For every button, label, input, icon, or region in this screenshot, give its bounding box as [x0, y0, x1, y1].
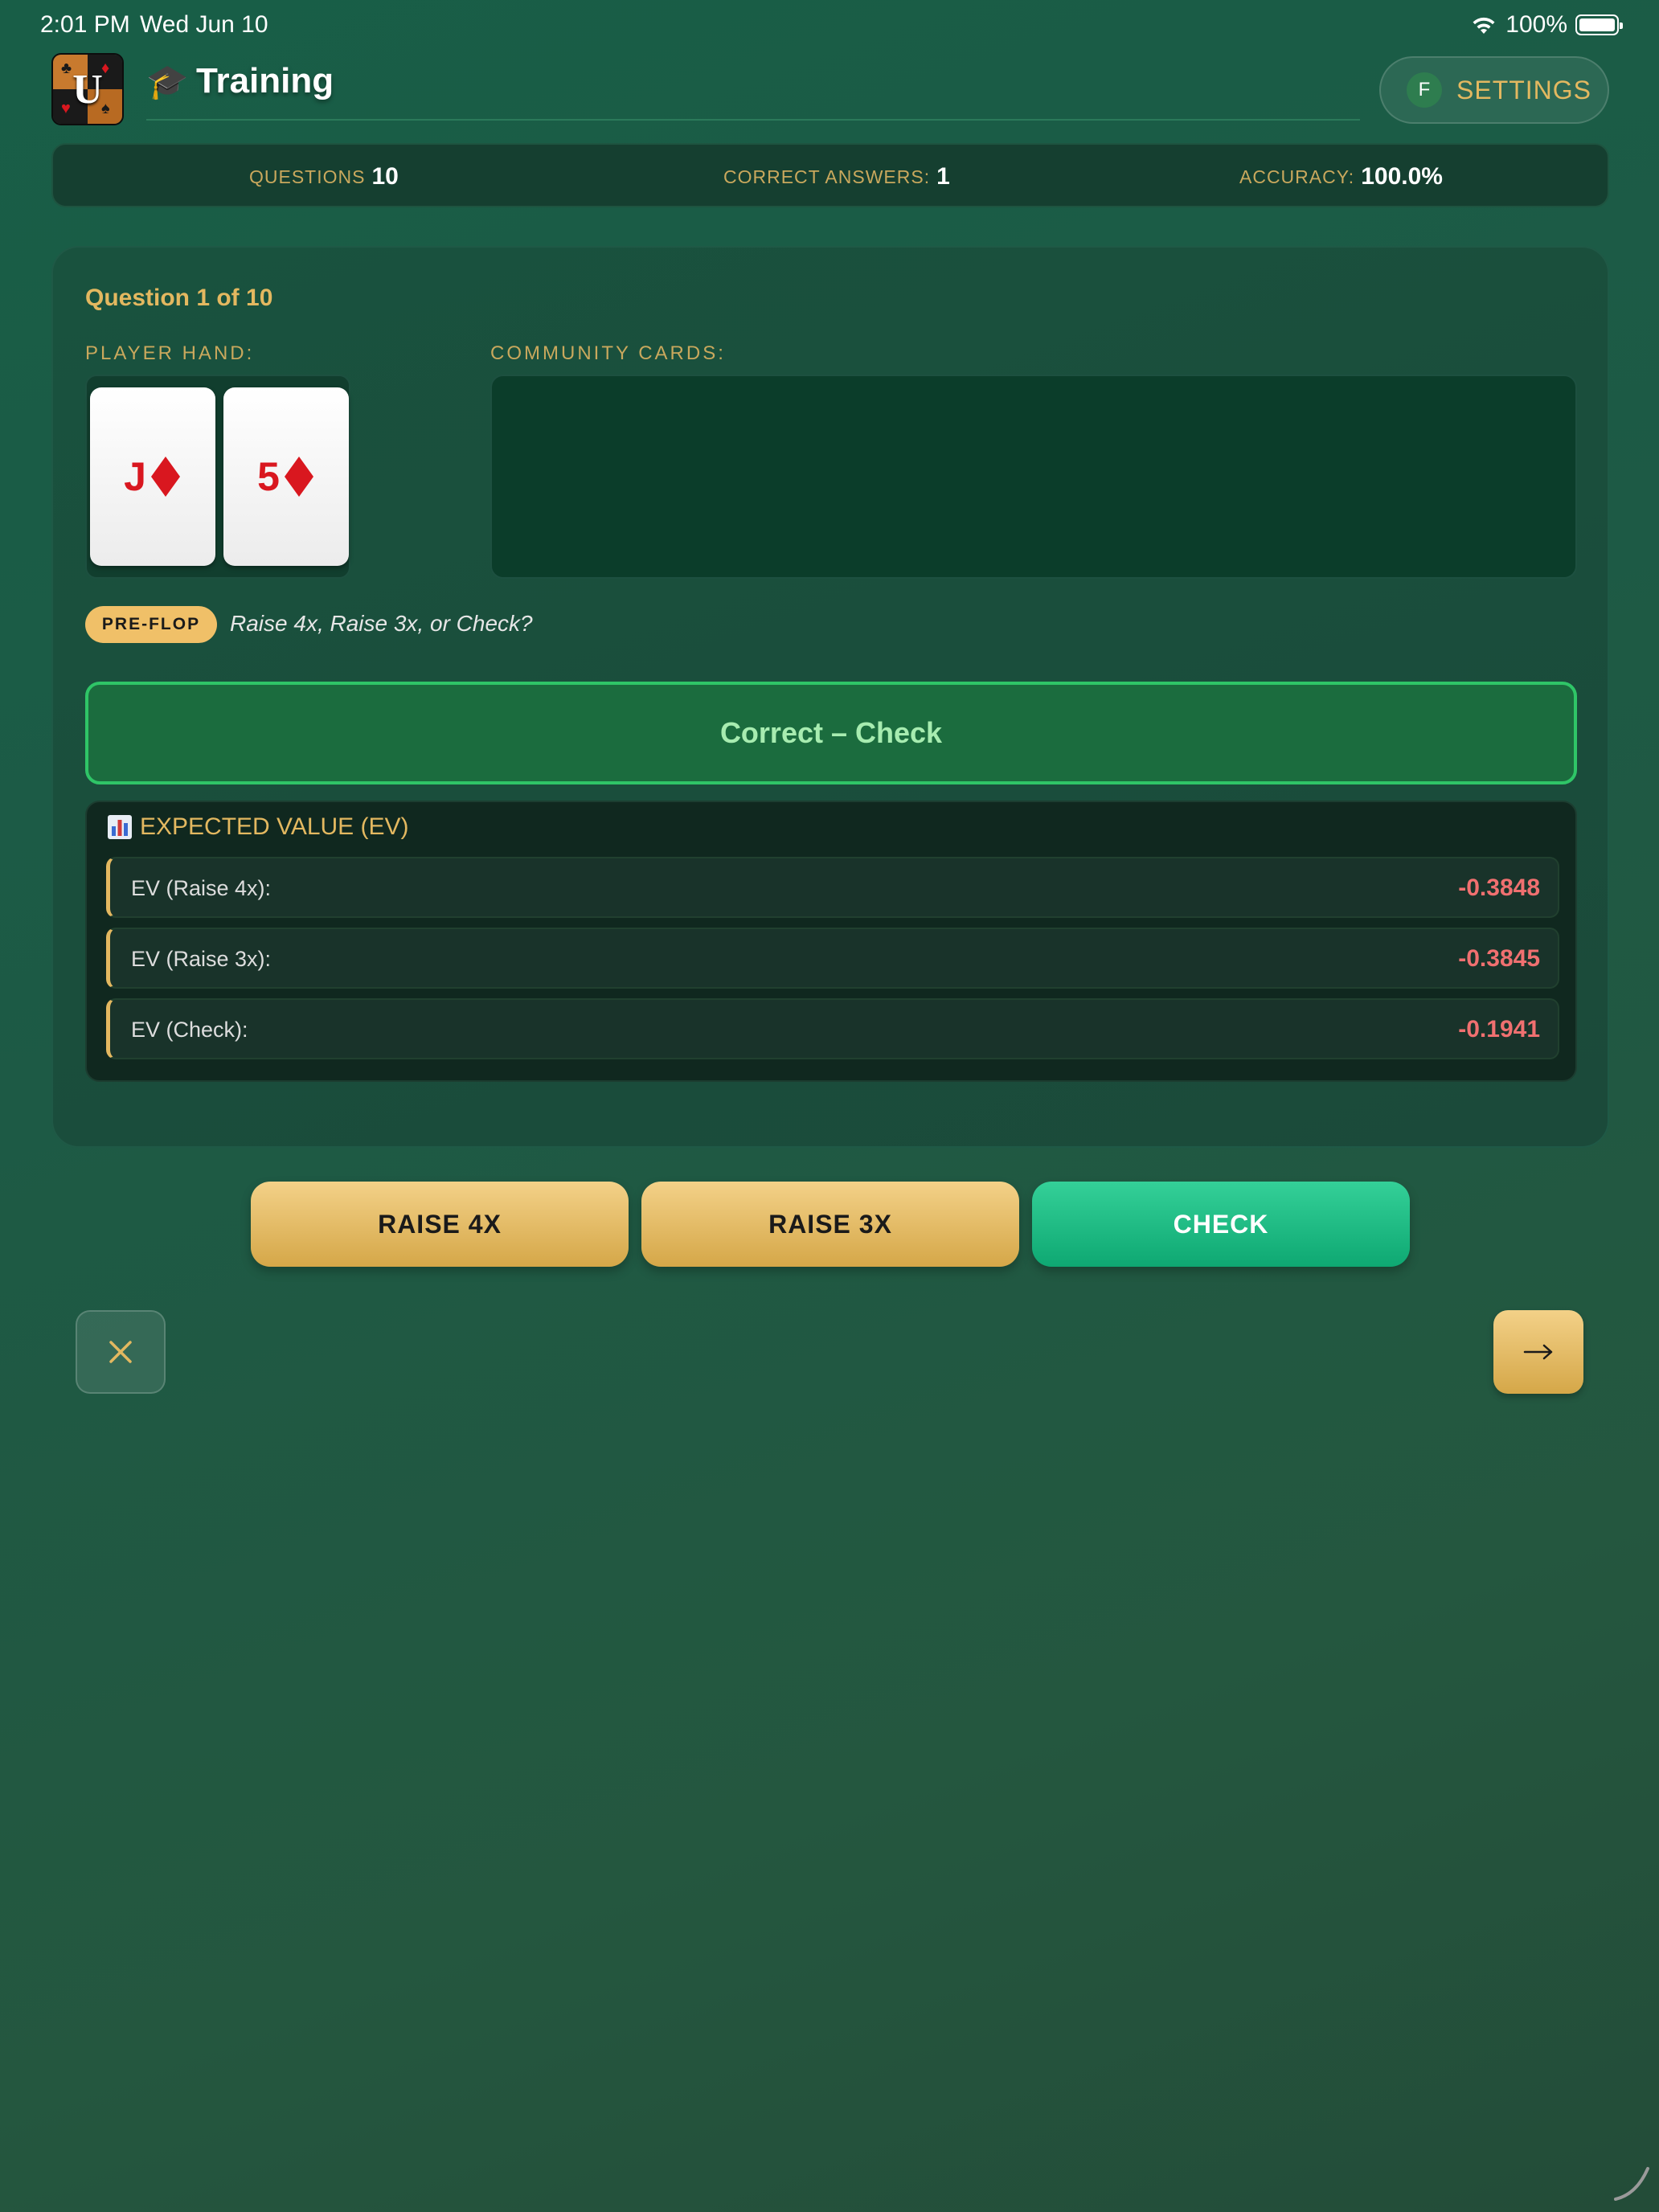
- stat-questions: QUESTIONS 10: [249, 145, 399, 209]
- question-card: Question 1 of 10 PLAYER HAND: COMMUNITY …: [51, 246, 1609, 1148]
- status-right: 100%: [1470, 11, 1623, 39]
- raise-4x-button[interactable]: RAISE 4X: [251, 1182, 629, 1267]
- ev-value: -0.3848: [1458, 875, 1540, 901]
- settings-label: SETTINGS: [1456, 75, 1592, 104]
- raise-3x-button[interactable]: RAISE 3X: [641, 1182, 1019, 1267]
- result-banner: Correct – Check: [85, 682, 1577, 784]
- phase-badge: PRE-FLOP: [85, 606, 217, 643]
- question-label: Question 1 of 10: [85, 285, 273, 311]
- header-title: 🎓 Training: [146, 56, 1360, 121]
- close-button[interactable]: [76, 1310, 166, 1394]
- check-button[interactable]: CHECK: [1032, 1182, 1410, 1267]
- stat-value: 100.0%: [1361, 163, 1443, 190]
- community-cards-area: [490, 375, 1577, 579]
- status-time: 2:01 PM: [40, 11, 130, 38]
- battery-icon: [1575, 14, 1623, 35]
- settings-button[interactable]: F SETTINGS: [1379, 56, 1609, 124]
- battery-percent: 100%: [1505, 11, 1567, 38]
- stat-correct-answers: CORRECT ANSWERS: 1: [723, 145, 950, 209]
- stat-label: CORRECT ANSWERS:: [723, 166, 931, 187]
- resize-handle-icon[interactable]: [1612, 2164, 1651, 2202]
- graduation-cap-icon: 🎓: [146, 63, 189, 100]
- ev-row: EV (Raise 3x): -0.3845: [106, 928, 1559, 989]
- card-rank: 5: [257, 454, 280, 499]
- status-bar: 2:01 PM Wed Jun 10 100%: [0, 0, 1659, 51]
- arrow-right-icon: [1523, 1344, 1553, 1360]
- ev-value: -0.1941: [1458, 1016, 1540, 1043]
- status-date: Wed Jun 10: [140, 11, 268, 38]
- card-rank: J: [124, 454, 146, 499]
- wifi-icon: [1473, 17, 1495, 34]
- playing-card: J: [90, 387, 215, 566]
- ev-label: EV (Raise 4x):: [131, 876, 272, 900]
- app-logo[interactable]: ♣ ♦ ♥ ♠ U: [51, 53, 124, 125]
- diamond-icon: [284, 457, 313, 497]
- stat-label: QUESTIONS: [249, 166, 366, 187]
- player-hand: J 5: [85, 375, 350, 579]
- logo-letter: U: [72, 66, 103, 113]
- playing-card: 5: [223, 387, 349, 566]
- ev-title: EXPECTED VALUE (EV): [108, 813, 409, 841]
- stat-label: ACCURACY:: [1239, 166, 1355, 187]
- ev-row: EV (Raise 4x): -0.3848: [106, 857, 1559, 918]
- avatar: F: [1407, 72, 1442, 108]
- stat-value: 1: [936, 163, 950, 190]
- bar-chart-icon: [108, 815, 132, 839]
- close-icon: [109, 1341, 132, 1363]
- ev-title-text: EXPECTED VALUE (EV): [140, 813, 409, 840]
- ev-panel: EXPECTED VALUE (EV) EV (Raise 4x): -0.38…: [85, 801, 1577, 1082]
- community-cards-label: COMMUNITY CARDS:: [490, 342, 726, 364]
- ev-value: -0.3845: [1458, 945, 1540, 972]
- question-prompt: Raise 4x, Raise 3x, or Check?: [230, 611, 533, 636]
- stat-value: 10: [371, 163, 399, 190]
- ev-label: EV (Check):: [131, 1018, 248, 1042]
- stats-bar: QUESTIONS 10 CORRECT ANSWERS: 1 ACCURACY…: [51, 143, 1609, 207]
- ev-row: EV (Check): -0.1941: [106, 998, 1559, 1059]
- next-button[interactable]: [1493, 1310, 1583, 1394]
- ev-label: EV (Raise 3x):: [131, 947, 272, 971]
- stat-accuracy: ACCURACY: 100.0%: [1239, 145, 1443, 209]
- page-title: Training: [196, 61, 334, 100]
- player-hand-label: PLAYER HAND:: [85, 342, 255, 364]
- diamond-icon: [150, 457, 180, 497]
